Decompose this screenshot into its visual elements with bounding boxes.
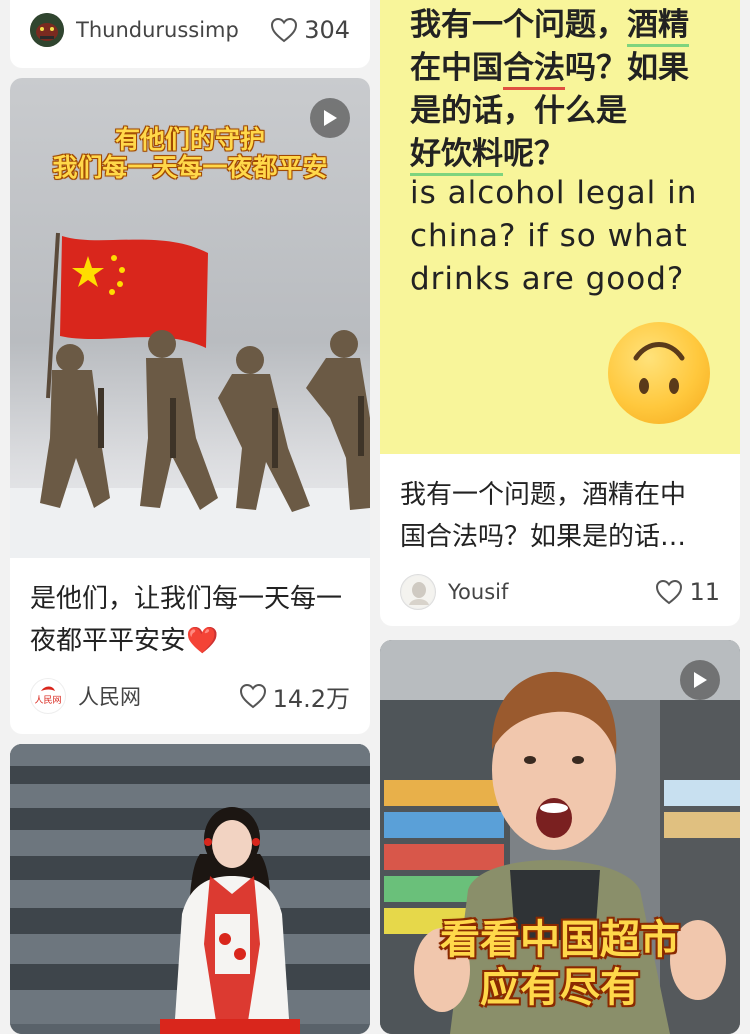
post-meta-row: Thundurussimp 304 <box>30 10 350 50</box>
post-image[interactable] <box>10 744 370 1034</box>
title-line: 国合法吗？如果是的话… <box>400 522 687 552</box>
heart-icon <box>656 579 683 605</box>
post-title[interactable]: 我有一个问题，酒精在中 国合法吗？如果是的话… <box>400 474 720 558</box>
post-meta-row: 人民网 人民网 14.2万 <box>30 676 350 716</box>
author-name[interactable]: Yousif <box>448 580 655 604</box>
avatar[interactable] <box>400 574 436 610</box>
title-line: 我有一个问题，酒精在中 <box>400 480 687 510</box>
text-line: 在中国合法吗？如果 <box>410 47 720 90</box>
heart-icon <box>239 683 266 709</box>
image-caption: 有他们的守护 我们每一天每一夜都平安 <box>10 126 370 182</box>
stairs-scene <box>10 744 370 1034</box>
author-name[interactable]: 人民网 <box>78 681 239 711</box>
text-fragment: 我有一个问题， <box>410 7 627 43</box>
image-caption: 看看中国超市 应有尽有 <box>380 916 740 1012</box>
heart-icon <box>271 17 298 43</box>
post-image[interactable]: 我有一个问题，酒精 在中国合法吗？如果 是的话，什么是 好饮料呢？ is alc… <box>380 0 740 454</box>
like-count: 304 <box>304 16 350 44</box>
text-fragment: 呢？ <box>503 136 565 172</box>
post-meta-row: Yousif 11 <box>400 572 720 612</box>
post-title[interactable]: 是他们，让我们每一天每一夜都平平安安❤️ <box>30 578 350 662</box>
underlined-word: 合法 <box>503 50 565 90</box>
post-image[interactable]: 有他们的守护 我们每一天每一夜都平安 <box>10 78 370 558</box>
avatar[interactable] <box>30 13 64 47</box>
post-card-top-left[interactable]: Thundurussimp 304 <box>10 0 370 68</box>
caption-line: 我们每一天每一夜都平安 <box>52 153 328 182</box>
post-card-stairs[interactable] <box>10 744 370 1034</box>
like-count: 14.2万 <box>272 684 350 713</box>
svg-text:人民网: 人民网 <box>34 695 61 706</box>
underlined-word: 好饮料 <box>410 136 503 176</box>
like-button[interactable]: 14.2万 <box>239 679 350 714</box>
upside-down-face-emoji <box>608 322 710 424</box>
text-line: 好饮料呢？ <box>410 133 720 176</box>
author-name[interactable]: Thundurussimp <box>76 18 270 42</box>
post-card-alcohol-question[interactable]: 我有一个问题，酒精 在中国合法吗？如果 是的话，什么是 好饮料呢？ is alc… <box>380 0 740 626</box>
text-line: china? if so what <box>410 218 688 254</box>
like-button[interactable]: 304 <box>270 16 350 44</box>
post-card-soldiers[interactable]: 有他们的守护 我们每一天每一夜都平安 是他们，让我们每一天每一夜都平平安安❤️ … <box>10 78 370 734</box>
caption-line: 看看中国超市 <box>440 917 680 963</box>
text-line: 是的话，什么是 <box>410 93 627 129</box>
like-button[interactable]: 11 <box>655 578 720 606</box>
image-text-zh: 我有一个问题，酒精 在中国合法吗？如果 是的话，什么是 好饮料呢？ <box>410 4 720 176</box>
avatar[interactable]: 人民网 <box>30 678 66 714</box>
text-line: drinks are good? <box>410 261 685 297</box>
text-line: 我有一个问题，酒精 <box>410 4 720 47</box>
text-line: is alcohol legal in <box>410 175 698 211</box>
caption-line: 应有尽有 <box>480 965 640 1011</box>
text-fragment: 在中国 <box>410 50 503 86</box>
underlined-word: 酒精 <box>627 7 689 47</box>
play-icon[interactable] <box>680 660 720 700</box>
image-text-en: is alcohol legal in china? if so what dr… <box>410 172 710 301</box>
like-count: 11 <box>689 578 720 606</box>
text-fragment: 吗？如果 <box>565 50 689 86</box>
post-card-supermarket[interactable]: 看看中国超市 应有尽有 <box>380 640 740 1034</box>
play-icon[interactable] <box>310 98 350 138</box>
post-image[interactable]: 看看中国超市 应有尽有 <box>380 640 740 1034</box>
